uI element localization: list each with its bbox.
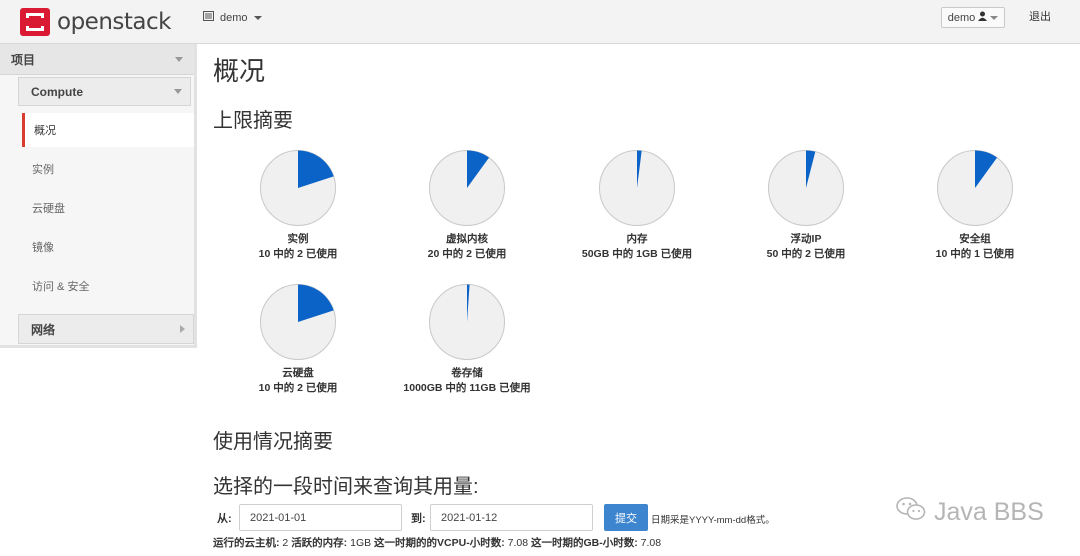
- chevron-down-icon: [175, 56, 183, 62]
- sidebar: 项目 Compute 概况 实例 云硬盘 镜像 访问 & 安全 网络: [0, 44, 197, 348]
- quota-pie-volumes: 云硬盘 10 中的 2 已使用: [213, 283, 383, 396]
- quota-name: 云硬盘: [282, 367, 314, 379]
- sidebar-group-label: 网络: [31, 322, 56, 337]
- quota-usage-text: 10 中的 2 已使用: [258, 382, 338, 394]
- openstack-logo-icon: [20, 8, 50, 36]
- user-icon: [978, 11, 988, 24]
- limit-summary-heading: 上限摘要: [213, 110, 293, 132]
- sidebar-item-label: 概况: [34, 125, 56, 137]
- logout-link[interactable]: 退出: [1029, 8, 1051, 24]
- chevron-right-icon: [180, 325, 185, 333]
- openstack-logo[interactable]: openstack: [20, 7, 171, 37]
- pie-chart: [937, 150, 1013, 226]
- sidebar-group-label: Compute: [31, 84, 83, 99]
- sidebar-group-compute[interactable]: Compute: [18, 77, 191, 106]
- pie-chart: [260, 150, 336, 226]
- gb-hours-label: 这一时期的GB-小时数:: [531, 537, 638, 549]
- watermark: Java BBS: [896, 496, 1044, 529]
- gb-hours-value: 7.08: [640, 537, 662, 549]
- vcpu-hours-label: 这一时期的的VCPU-小时数:: [374, 537, 505, 549]
- quota-usage-text: 50 中的 2 已使用: [766, 248, 846, 260]
- date-format-hint: 日期采是YYYY-mm-dd格式。: [651, 515, 775, 526]
- user-menu-button[interactable]: demo: [941, 7, 1005, 28]
- quota-name: 安全组: [959, 233, 991, 245]
- project-switcher[interactable]: demo: [203, 11, 262, 24]
- sidebar-item-instances[interactable]: 实例: [22, 149, 194, 188]
- quota-name: 虚拟内核: [446, 233, 488, 245]
- sidebar-item-overview[interactable]: 概况: [22, 113, 194, 147]
- sidebar-item-volumes[interactable]: 云硬盘: [22, 188, 194, 227]
- quota-usage-text: 20 中的 2 已使用: [427, 248, 507, 260]
- vcpu-hours-value: 7.08: [507, 537, 529, 549]
- running-instances-label: 运行的云主机:: [213, 537, 280, 549]
- usage-stats-line: 运行的云主机: 2 活跃的内存: 1GB 这一时期的的VCPU-小时数: 7.0…: [213, 535, 661, 550]
- watermark-text: Java BBS: [934, 498, 1044, 526]
- top-navbar: openstack demo demo 退出: [0, 0, 1080, 44]
- active-ram-value: 1GB: [350, 537, 372, 549]
- to-label: 到:: [411, 513, 426, 525]
- chevron-down-icon: [174, 89, 182, 94]
- sidebar-item-label: 实例: [32, 163, 54, 176]
- usage-summary-heading: 使用情况摘要: [213, 431, 333, 453]
- quota-pie-floating-ip: 浮动IP 50 中的 2 已使用: [721, 149, 891, 262]
- sidebar-item-images[interactable]: 镜像: [22, 227, 194, 266]
- pie-chart: [429, 150, 505, 226]
- pie-chart: [260, 284, 336, 360]
- sidebar-item-access-security[interactable]: 访问 & 安全: [22, 266, 194, 305]
- caret-down-icon: [990, 15, 999, 20]
- date-range-form: 从: 2021-01-01 到: 2021-01-12 提交 日期采是YYYY-…: [213, 504, 853, 531]
- caret-down-icon: [253, 15, 262, 20]
- quota-name: 内存: [626, 233, 648, 245]
- quota-pie-instances: 实例 10 中的 2 已使用: [213, 149, 383, 262]
- wechat-icon: [896, 496, 926, 529]
- quota-usage-text: 10 中的 1 已使用: [935, 248, 1015, 260]
- user-name: demo: [947, 11, 976, 24]
- quota-pie-security-groups: 安全组 10 中的 1 已使用: [890, 149, 1060, 262]
- project-name: demo: [220, 11, 248, 24]
- quota-pie-ram: 内存 50GB 中的 1GB 已使用: [552, 149, 722, 262]
- sidebar-item-label: 云硬盘: [32, 202, 65, 215]
- quota-pie-volume-storage: 卷存储 1000GB 中的 11GB 已使用: [382, 283, 552, 396]
- page-title: 概况: [213, 56, 266, 86]
- period-query-heading: 选择的一段时间来查询其用量:: [213, 476, 479, 498]
- quota-pie-vcpus: 虚拟内核 20 中的 2 已使用: [382, 149, 552, 262]
- pie-chart: [768, 150, 844, 226]
- end-date-input[interactable]: 2021-01-12: [430, 504, 593, 531]
- project-list-icon: [203, 11, 214, 24]
- from-label: 从:: [217, 513, 232, 525]
- pie-chart: [599, 150, 675, 226]
- quota-usage-text: 1000GB 中的 11GB 已使用: [403, 382, 531, 394]
- quota-name: 实例: [287, 233, 309, 245]
- sidebar-section-label: 项目: [11, 52, 36, 67]
- active-ram-label: 活跃的内存:: [291, 537, 348, 549]
- running-instances-value: 2: [282, 537, 289, 549]
- sidebar-item-label: 镜像: [32, 241, 54, 254]
- sidebar-group-network[interactable]: 网络: [18, 314, 194, 344]
- sidebar-item-label: 访问 & 安全: [32, 280, 90, 293]
- sidebar-section-project[interactable]: 项目: [0, 44, 194, 75]
- brand-text: openstack: [57, 9, 171, 35]
- start-date-input[interactable]: 2021-01-01: [239, 504, 402, 531]
- pie-chart: [429, 284, 505, 360]
- quota-usage-text: 50GB 中的 1GB 已使用: [581, 248, 693, 260]
- quota-name: 卷存储: [451, 367, 483, 379]
- quota-usage-text: 10 中的 2 已使用: [258, 248, 338, 260]
- submit-button[interactable]: 提交: [604, 504, 648, 531]
- quota-name: 浮动IP: [790, 233, 822, 245]
